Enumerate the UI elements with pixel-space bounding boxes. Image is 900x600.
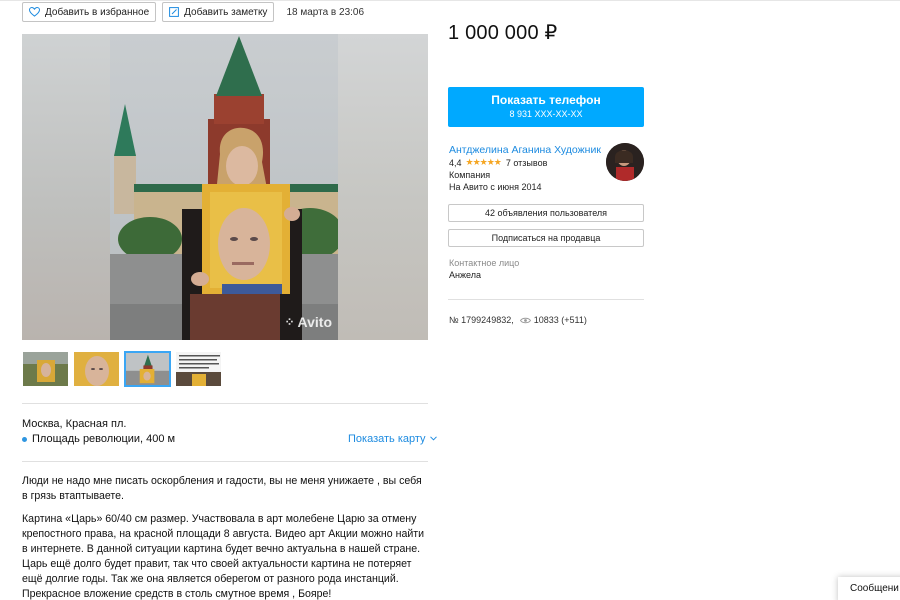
note-icon: [169, 7, 180, 17]
address: Москва, Красная пл.: [22, 418, 127, 430]
eye-icon: [519, 317, 531, 323]
show-map-link[interactable]: Показать карту: [348, 433, 437, 445]
avito-logo-icon: ⁘: [284, 315, 295, 329]
note-label: Добавить заметку: [184, 6, 268, 18]
view-count: 10833 (+511): [533, 315, 587, 325]
main-photo: [110, 34, 338, 340]
seller-listings-button[interactable]: 42 объявления пользователя: [448, 204, 644, 222]
contact-person-name: Анжела: [449, 270, 481, 280]
avito-watermark: ⁘ Avito: [284, 314, 332, 330]
listing-description: Люди не надо мне писать оскорбления и га…: [22, 474, 428, 600]
messages-widget[interactable]: Сообщени: [838, 577, 900, 600]
price: 1 000 000 ₽: [448, 22, 558, 44]
subscribe-seller-button[interactable]: Подписаться на продавца: [448, 229, 644, 247]
divider: [22, 461, 428, 462]
thumbnail-strip: [22, 351, 226, 387]
divider: [22, 403, 428, 404]
phone-number: 8 931 XXX-XX-XX: [509, 109, 583, 119]
avatar-image: [606, 143, 644, 181]
favorites-label: Добавить в избранное: [45, 6, 150, 18]
thumbnail-active[interactable]: [124, 351, 171, 387]
seller-avatar[interactable]: [606, 143, 644, 181]
seller-since: На Авито с июня 2014: [449, 182, 542, 192]
heart-icon: [29, 7, 40, 17]
rating-stars-icon: ★★★★★: [465, 157, 502, 167]
seller-type: Компания: [449, 170, 491, 180]
metro-station: Площадь революции, 400 м: [22, 433, 175, 445]
show-phone-button[interactable]: Показать телефон 8 931 XXX-XX-XX: [448, 87, 644, 127]
description-paragraph: Картина «Царь» 60/40 см размер. Участвов…: [22, 513, 425, 600]
subscribe-label: Подписаться на продавца: [491, 233, 601, 243]
chevron-down-icon: [429, 436, 437, 441]
description-paragraph: Люди не надо мне писать оскорбления и га…: [22, 475, 422, 502]
reviews-link[interactable]: 7 отзывов: [506, 158, 548, 168]
thumbnail[interactable]: [73, 351, 120, 387]
gallery-blur-right: [338, 34, 428, 340]
listing-stats: № 1799249832, 10833 (+511): [449, 315, 587, 325]
thumbnail-image: [74, 352, 119, 386]
watermark-text: Avito: [297, 314, 332, 330]
show-phone-label: Показать телефон: [491, 93, 601, 107]
thumbnail-image: [176, 352, 221, 386]
add-note-button[interactable]: Добавить заметку: [162, 2, 275, 22]
contact-person-label: Контактное лицо: [449, 258, 520, 268]
listing-actions: Добавить в избранное Добавить заметку 18…: [22, 2, 364, 22]
seller-rating: 4,4 ★★★★★ 7 отзывов: [449, 157, 547, 168]
listing-id: № 1799249832,: [449, 315, 514, 325]
seller-name-link[interactable]: Антджелина Аганина Художник: [449, 144, 601, 156]
metro-label: Площадь революции, 400 м: [32, 433, 176, 445]
publish-date: 18 марта в 23:06: [286, 6, 365, 18]
thumbnail-image: [126, 353, 169, 385]
gallery-blur-left: [22, 34, 110, 340]
add-to-favorites-button[interactable]: Добавить в избранное: [22, 2, 157, 22]
divider: [448, 299, 644, 300]
metro-dot-icon: [22, 436, 27, 442]
photo-gallery[interactable]: ⁘ Avito: [22, 34, 428, 340]
show-map-label: Показать карту: [348, 433, 426, 445]
thumbnail[interactable]: [22, 351, 69, 387]
top-divider: [0, 0, 900, 1]
thumbnail[interactable]: [175, 351, 222, 387]
thumbnail-image: [23, 352, 68, 386]
messages-label: Сообщени: [850, 583, 899, 594]
seller-listings-label: 42 объявления пользователя: [484, 208, 608, 218]
rating-value: 4,4: [449, 157, 462, 168]
